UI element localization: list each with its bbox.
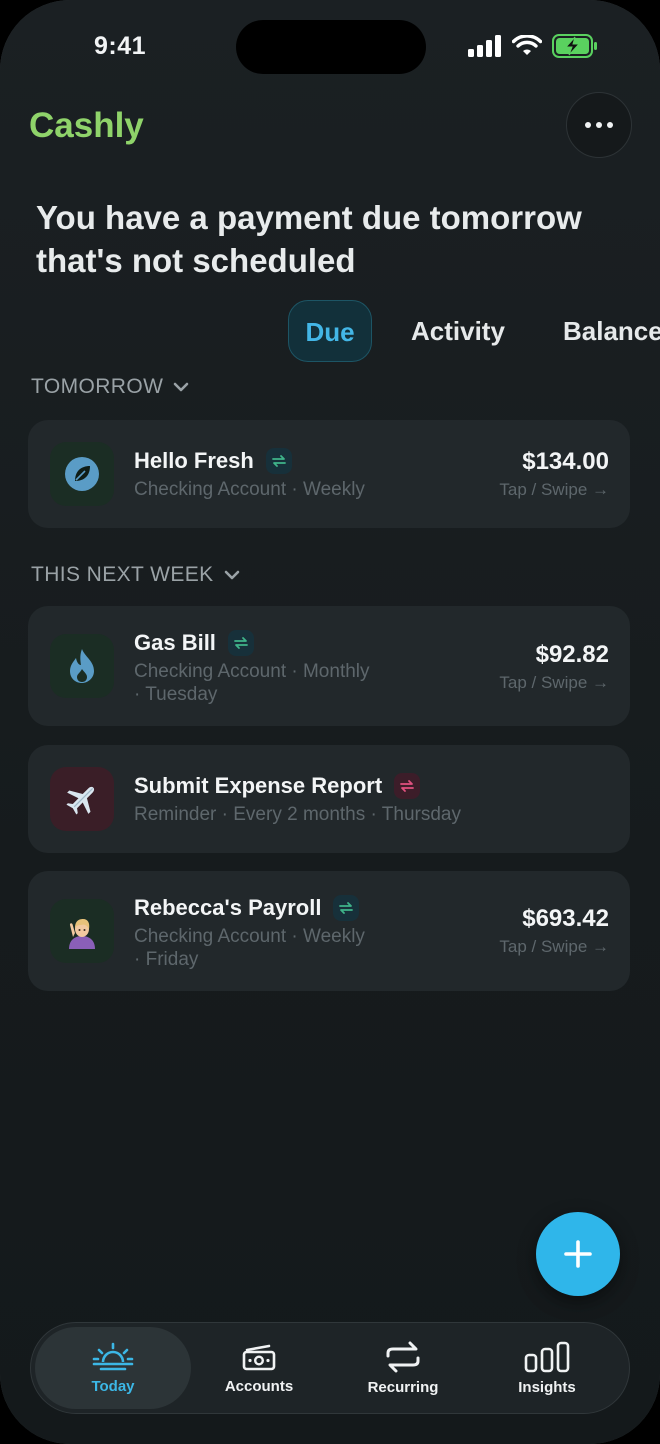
item-subtitle-line1: Checking Account · Weekly	[134, 926, 365, 947]
due-item-gas-bill[interactable]: Gas Bill Checking Account · Monthly · Tu…	[28, 606, 630, 726]
tab-due[interactable]: Due	[288, 300, 372, 362]
item-icon-container	[50, 767, 114, 831]
bar-chart-icon	[524, 1341, 570, 1372]
recurring-badge-icon	[333, 895, 360, 921]
cash-icon	[242, 1344, 276, 1370]
item-title: Submit Expense Report	[134, 773, 421, 799]
person-raising-hand-icon	[69, 919, 95, 949]
item-subtitle-line2: · Tuesday	[134, 684, 218, 705]
airplane-icon	[66, 786, 95, 815]
item-subtitle: Checking Account · Weekly	[134, 479, 365, 500]
item-subtitle-line2: · Friday	[134, 949, 199, 970]
nav-label: Accounts	[224, 1377, 294, 1395]
ellipsis-icon	[585, 122, 591, 128]
signal-icon	[468, 35, 501, 57]
recurring-badge-icon	[265, 448, 292, 474]
item-icon-container	[50, 634, 114, 698]
bottom-tab-bar: Today Accounts Recurring Insights	[30, 1322, 630, 1414]
item-subtitle: Reminder · Every 2 months · Thursday	[134, 804, 461, 825]
chevron-down-icon	[173, 382, 189, 392]
recurring-badge-icon	[394, 773, 421, 799]
wifi-icon	[512, 35, 542, 55]
item-action-hint: Tap / Swipe →	[499, 937, 609, 956]
item-amount: $92.82	[535, 641, 609, 668]
nav-label: Insights	[518, 1378, 576, 1396]
nav-item-accounts[interactable]: Accounts	[181, 1327, 337, 1409]
due-item-rebeccas-payroll[interactable]: Rebecca's Payroll Checking Account · Wee…	[28, 871, 630, 991]
item-icon-container	[50, 442, 114, 506]
section-title: THIS NEXT WEEK	[31, 563, 214, 586]
item-title: Hello Fresh	[134, 448, 292, 474]
add-button[interactable]	[536, 1212, 620, 1296]
item-amount: $693.42	[522, 905, 609, 932]
due-item-expense-report[interactable]: Submit Expense Report Reminder · Every 2…	[28, 745, 630, 853]
phone-screen: 9:41 Cashly You have a payment due tomor…	[0, 0, 660, 1444]
section-header-tomorrow[interactable]: TOMORROW	[31, 375, 191, 399]
status-icons	[468, 34, 598, 58]
battery-charging-icon	[552, 34, 597, 58]
item-title: Gas Bill	[134, 630, 254, 656]
plus-icon	[564, 1240, 592, 1268]
section-title: TOMORROW	[31, 375, 164, 398]
nav-label: Today	[91, 1377, 135, 1395]
item-title: Rebecca's Payroll	[134, 895, 360, 921]
item-icon-container	[50, 899, 114, 963]
status-bar: 9:41	[0, 0, 660, 96]
leaf-icon	[65, 457, 99, 491]
section-header-next-week[interactable]: THIS NEXT WEEK	[31, 563, 242, 587]
item-action-hint: Tap / Swipe →	[499, 480, 609, 499]
tab-activity[interactable]: Activity	[411, 300, 505, 362]
nav-item-recurring[interactable]: Recurring	[325, 1327, 481, 1409]
recurring-badge-icon	[227, 630, 254, 656]
item-subtitle-line1: Checking Account · Monthly	[134, 661, 370, 682]
item-action-hint: Tap / Swipe →	[499, 673, 609, 692]
nav-label: Recurring	[367, 1378, 439, 1396]
tab-balance[interactable]: Balance	[563, 300, 660, 362]
app-logo-text: Cashly	[29, 106, 144, 145]
nav-item-insights[interactable]: Insights	[469, 1327, 625, 1409]
chevron-down-icon	[224, 570, 239, 580]
due-item-hello-fresh[interactable]: Hello Fresh Checking Account · Weekly $1…	[28, 420, 630, 528]
more-options-button[interactable]	[566, 92, 632, 158]
dynamic-island	[236, 20, 426, 74]
repeat-icon	[386, 1341, 420, 1372]
item-amount: $134.00	[522, 448, 609, 475]
page-headline: You have a payment due tomorrow that's n…	[36, 199, 582, 279]
sunrise-icon	[92, 1342, 134, 1370]
nav-item-today[interactable]: Today	[35, 1327, 191, 1409]
flame-icon	[70, 649, 94, 683]
status-time: 9:41	[94, 32, 147, 60]
